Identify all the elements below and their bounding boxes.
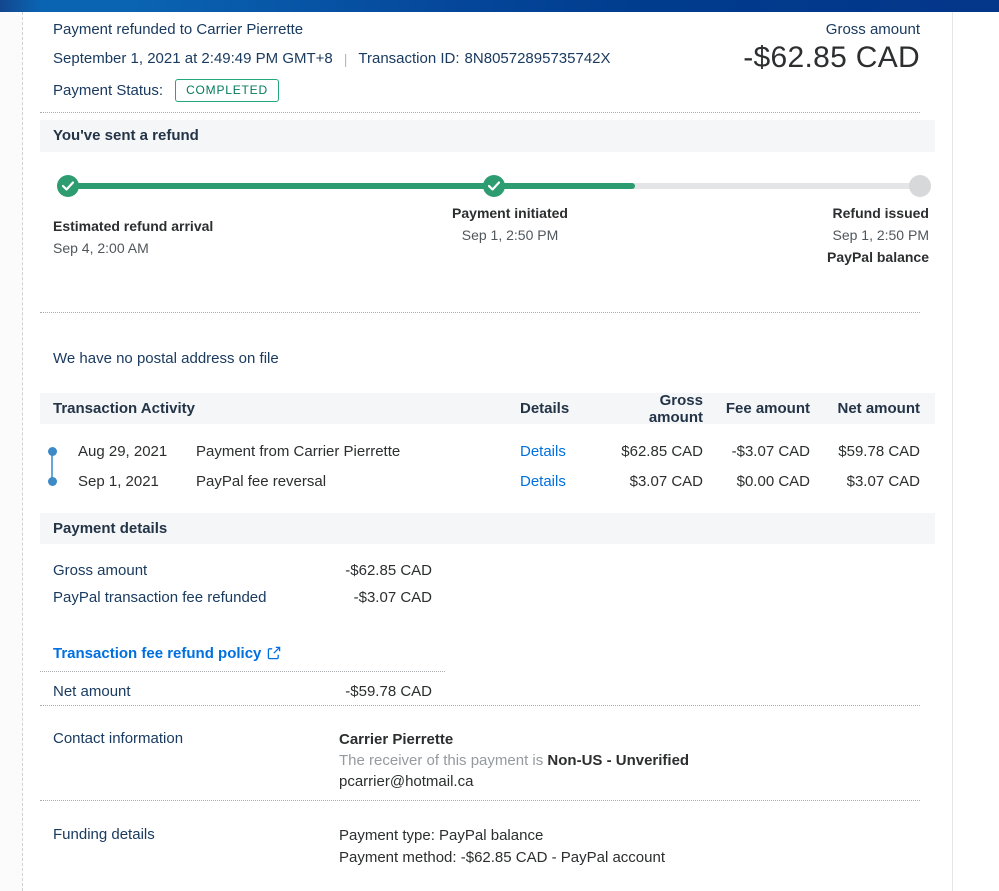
contact-name: Carrier Pierrette <box>339 730 689 750</box>
fee-refund-policy-link-row: Transaction fee refund policy <box>53 645 281 664</box>
row-event: Payment from Carrier Pierrette <box>196 443 520 460</box>
row-fee: $0.00 CAD <box>703 473 810 490</box>
receiver-status-value: Non-US - Unverified <box>547 752 689 769</box>
contact-email: pcarrier@hotmail.ca <box>339 772 689 792</box>
payment-method-line: Payment method: -$62.85 CAD - PayPal acc… <box>339 848 665 868</box>
col-header-gross: Gross amount <box>608 392 703 426</box>
step-time: Sep 1, 2:50 PM <box>452 227 568 243</box>
postal-address-note: We have no postal address on file <box>53 349 279 369</box>
step-time: Sep 4, 2:00 AM <box>53 240 213 256</box>
payment-details-header: Payment details <box>40 513 935 544</box>
row-date: Aug 29, 2021 <box>78 443 196 460</box>
timeline-check-middle-icon <box>483 175 505 197</box>
payment-details-gross-row: Gross amount -$62.85 CAD <box>40 560 432 581</box>
payment-type-line: Payment type: PayPal balance <box>339 826 665 846</box>
step-note: PayPal balance <box>827 249 929 265</box>
transaction-date: September 1, 2021 at 2:49:49 PM GMT+8 <box>53 50 333 67</box>
payment-details-fee-row: PayPal transaction fee refunded -$3.07 C… <box>40 587 432 608</box>
details-link[interactable]: Details <box>520 443 566 460</box>
funding-details-value: Payment type: PayPal balance Payment met… <box>339 826 665 868</box>
top-gradient-bar <box>0 0 999 12</box>
table-row: Aug 29, 2021 Payment from Carrier Pierre… <box>40 436 935 466</box>
details-link[interactable]: Details <box>520 473 566 490</box>
fee-refund-policy-link[interactable]: Transaction fee refund policy <box>53 645 261 662</box>
timeline-step-estimated: Estimated refund arrival Sep 4, 2:00 AM <box>53 218 213 256</box>
contact-information-value: Carrier Pierrette The receiver of this p… <box>339 730 689 792</box>
timeline-check-start-icon <box>57 175 79 197</box>
funding-details-label: Funding details <box>40 826 339 868</box>
divider <box>40 312 920 313</box>
right-divider <box>952 12 953 891</box>
step-label: Refund issued <box>827 205 929 221</box>
row-fee: -$3.07 CAD <box>703 443 810 460</box>
external-link-icon <box>267 646 281 664</box>
row-gross: $62.85 CAD <box>608 443 703 460</box>
divider <box>40 800 920 801</box>
row-value: -$62.85 CAD <box>327 560 432 581</box>
main-content: Payment refunded to Carrier Pierrette Se… <box>40 12 935 891</box>
timeline-step-initiated: Payment initiated Sep 1, 2:50 PM <box>452 205 568 243</box>
step-label: Estimated refund arrival <box>53 218 213 234</box>
col-header-details: Details <box>520 400 608 417</box>
activity-table-body: Aug 29, 2021 Payment from Carrier Pierre… <box>40 436 935 496</box>
gross-amount-value: -$62.85 CAD <box>743 41 920 75</box>
col-header-fee: Fee amount <box>703 400 810 417</box>
receiver-status-line: The receiver of this payment is Non-US -… <box>339 751 689 771</box>
gross-amount-label: Gross amount <box>826 21 920 38</box>
contact-information-label: Contact information <box>40 730 339 792</box>
row-label: Net amount <box>40 681 327 702</box>
divider <box>40 112 920 113</box>
funding-details-section: Funding details Payment type: PayPal bal… <box>40 826 665 868</box>
refund-section-header: You've sent a refund <box>40 120 935 152</box>
receiver-status-prefix: The receiver of this payment is <box>339 752 547 769</box>
row-value: -$59.78 CAD <box>327 681 432 702</box>
status-badge: COMPLETED <box>175 79 279 102</box>
activity-title: Transaction Activity <box>53 400 520 417</box>
timeline-pending-end-icon <box>909 175 931 197</box>
date-transaction-row: September 1, 2021 at 2:49:49 PM GMT+8 | … <box>53 50 611 67</box>
step-time: Sep 1, 2:50 PM <box>827 227 929 243</box>
activity-dot-icon <box>48 477 57 486</box>
timeline-track-progress <box>68 183 635 189</box>
transaction-id-label: Transaction ID: <box>358 50 459 67</box>
row-label: Gross amount <box>40 560 327 581</box>
payment-status-label: Payment Status: <box>53 82 163 99</box>
row-net: $59.78 CAD <box>810 443 920 460</box>
table-row: Sep 1, 2021 PayPal fee reversal Details … <box>40 466 935 496</box>
row-net: $3.07 CAD <box>810 473 920 490</box>
divider <box>40 705 920 706</box>
net-amount-row: Net amount -$59.78 CAD <box>40 681 432 702</box>
activity-table-header: Transaction Activity Details Gross amoun… <box>40 393 935 424</box>
contact-information-section: Contact information Carrier Pierrette Th… <box>40 730 689 792</box>
step-label: Payment initiated <box>452 205 568 221</box>
transaction-id-value: 8N80572895735742X <box>465 50 611 67</box>
row-date: Sep 1, 2021 <box>78 473 196 490</box>
page-title: Payment refunded to Carrier Pierrette <box>53 21 303 38</box>
col-header-net: Net amount <box>810 400 920 417</box>
row-gross: $3.07 CAD <box>608 473 703 490</box>
separator: | <box>344 51 348 67</box>
divider <box>40 671 445 672</box>
row-event: PayPal fee reversal <box>196 473 520 490</box>
left-rail <box>0 12 23 891</box>
row-value: -$3.07 CAD <box>280 587 432 608</box>
payment-status-row: Payment Status: COMPLETED <box>53 79 279 102</box>
row-label: PayPal transaction fee refunded <box>40 587 280 608</box>
timeline-step-issued: Refund issued Sep 1, 2:50 PM PayPal bala… <box>827 205 929 265</box>
transaction-details-page: Payment refunded to Carrier Pierrette Se… <box>0 0 999 891</box>
activity-dot-icon <box>48 447 57 456</box>
